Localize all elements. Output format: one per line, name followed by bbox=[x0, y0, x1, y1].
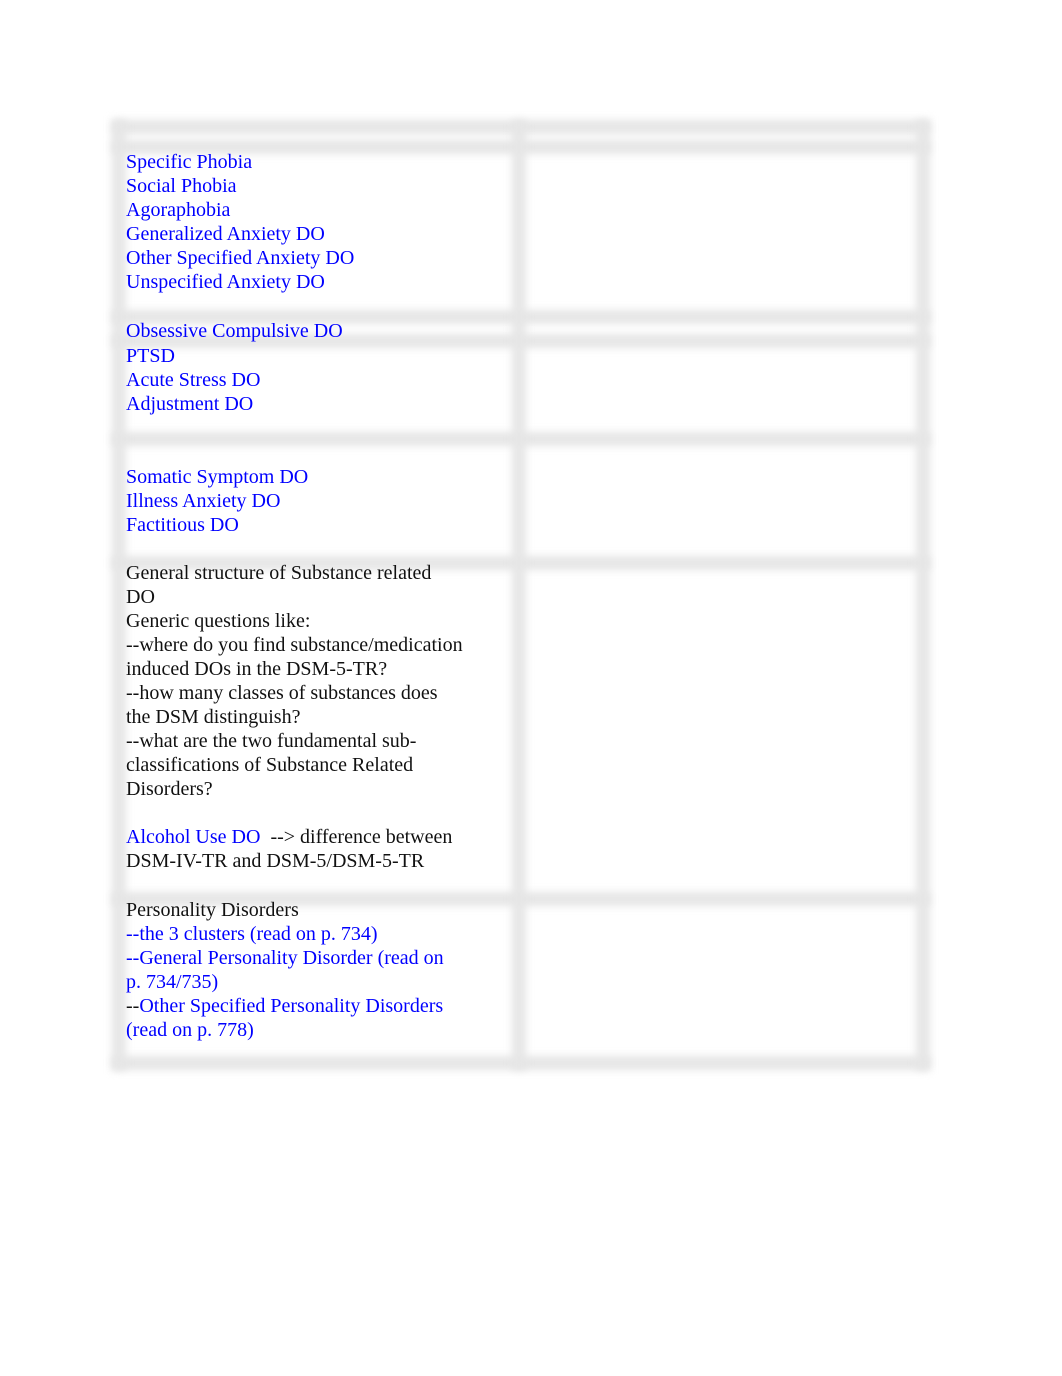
text-line: Specific Phobia bbox=[126, 150, 506, 174]
text-line: Adjustment DO bbox=[126, 392, 506, 416]
cell-notes-personality[interactable] bbox=[532, 906, 916, 1052]
cell-ocd: Obsessive Compulsive DO bbox=[126, 319, 506, 343]
text-line: Acute Stress DO bbox=[126, 368, 506, 392]
text-line bbox=[126, 801, 506, 825]
text-line: (read on p. 778) bbox=[126, 1018, 506, 1042]
text-line: --how many classes of substances does bbox=[126, 681, 506, 705]
cell-notes-somatic[interactable] bbox=[532, 452, 916, 552]
cell-notes-anxiety[interactable] bbox=[532, 150, 916, 310]
highlighted-topic-text: Illness Anxiety DO bbox=[126, 490, 281, 512]
table-border-left bbox=[112, 120, 126, 1070]
text-line: Other Specified Anxiety DO bbox=[126, 246, 506, 270]
cell-anxiety-disorders: Specific Phobia Social Phobia Agoraphobia G… bbox=[126, 150, 506, 294]
highlighted-topic-text: Social Phobia bbox=[126, 175, 237, 197]
text-line: classifications of Substance Related bbox=[126, 753, 506, 777]
body-text: --what are the two fundamental sub- bbox=[126, 730, 417, 752]
highlighted-topic-text: Unspecified Anxiety DO bbox=[126, 271, 325, 293]
text-line: Agoraphobia bbox=[126, 198, 506, 222]
text-line: Unspecified Anxiety DO bbox=[126, 270, 506, 294]
body-text: -- bbox=[126, 995, 140, 1017]
column-divider bbox=[512, 120, 526, 1070]
body-text: Generic questions like: bbox=[126, 610, 311, 632]
text-line: Personality Disorders bbox=[126, 898, 506, 922]
text-line: Illness Anxiety DO bbox=[126, 489, 506, 513]
body-text: Disorders? bbox=[126, 778, 213, 800]
highlighted-topic-text: Other Specified Anxiety DO bbox=[126, 247, 355, 269]
text-line: Generic questions like: bbox=[126, 609, 506, 633]
text-line: General structure of Substance related bbox=[126, 561, 506, 585]
body-text: Personality Disorders bbox=[126, 899, 299, 921]
text-line: Generalized Anxiety DO bbox=[126, 222, 506, 246]
highlighted-topic-text: Other Specified Personality Disorders bbox=[139, 995, 444, 1017]
highlighted-topic-text: Generalized Anxiety DO bbox=[126, 223, 325, 245]
highlighted-topic-text: --the 3 clusters (read on p. 734) bbox=[126, 923, 378, 945]
cell-trauma-disorders: PTSD Acute Stress DO Adjustment DO bbox=[126, 344, 506, 416]
text-line: induced DOs in the DSM-5-TR? bbox=[126, 657, 506, 681]
highlighted-topic-text: Obsessive Compulsive DO bbox=[126, 320, 343, 342]
body-text: --how many classes of substances does bbox=[126, 682, 438, 704]
document-page: Specific Phobia Social Phobia Agoraphobia G… bbox=[0, 0, 1062, 1376]
highlighted-topic-text: Factitious DO bbox=[126, 514, 239, 536]
text-line: p. 734/735) bbox=[126, 970, 506, 994]
body-text: DSM-IV-TR and DSM-5/DSM-5-TR bbox=[126, 850, 425, 872]
body-text: --where do you find substance/medication bbox=[126, 634, 463, 656]
cell-notes-ocd[interactable] bbox=[532, 319, 916, 337]
text-line: Alcohol Use DO --> difference between bbox=[126, 825, 506, 849]
text-line: DSM-IV-TR and DSM-5/DSM-5-TR bbox=[126, 849, 506, 873]
body-text: DO bbox=[126, 586, 155, 608]
text-line: --what are the two fundamental sub- bbox=[126, 729, 506, 753]
text-line: --where do you find substance/medication bbox=[126, 633, 506, 657]
body-text: classifications of Substance Related bbox=[126, 754, 414, 776]
text-line: DO bbox=[126, 585, 506, 609]
highlighted-topic-text: (read on p. 778) bbox=[126, 1019, 254, 1041]
cell-notes-trauma[interactable] bbox=[532, 344, 916, 432]
highlighted-topic-text: Agoraphobia bbox=[126, 199, 231, 221]
highlighted-topic-text: Alcohol Use DO bbox=[126, 826, 261, 848]
cell-personality-disorders: Personality Disorders --the 3 clusters (r… bbox=[126, 898, 506, 1042]
text-line: the DSM distinguish? bbox=[126, 705, 506, 729]
cell-notes-substance[interactable] bbox=[532, 570, 916, 886]
cell-substance-disorders: General structure of Substance related DO… bbox=[126, 561, 506, 873]
highlighted-topic-text: Acute Stress DO bbox=[126, 369, 261, 391]
text-line: --the 3 clusters (read on p. 734) bbox=[126, 922, 506, 946]
body-text: the DSM distinguish? bbox=[126, 706, 301, 728]
highlighted-topic-text: p. 734/735) bbox=[126, 971, 219, 993]
text-line: PTSD bbox=[126, 344, 506, 368]
highlighted-topic-text: Adjustment DO bbox=[126, 393, 254, 415]
text-line: --Other Specified Personality Disorders bbox=[126, 994, 506, 1018]
highlighted-topic-text: Specific Phobia bbox=[126, 151, 253, 173]
text-line: --General Personality Disorder (read on bbox=[126, 946, 506, 970]
highlighted-topic-text: PTSD bbox=[126, 345, 175, 367]
text-line: Social Phobia bbox=[126, 174, 506, 198]
highlighted-topic-text: --General Personality Disorder (read on bbox=[126, 947, 444, 969]
cell-somatic-disorders: Somatic Symptom DO Illness Anxiety DO Fact… bbox=[126, 465, 506, 537]
body-text: General structure of Substance related bbox=[126, 562, 432, 584]
table-border-right bbox=[916, 120, 930, 1070]
text-line: Factitious DO bbox=[126, 513, 506, 537]
text-line: Disorders? bbox=[126, 777, 506, 801]
body-text: induced DOs in the DSM-5-TR? bbox=[126, 658, 388, 680]
text-line: Somatic Symptom DO bbox=[126, 465, 506, 489]
highlighted-topic-text: Somatic Symptom DO bbox=[126, 466, 309, 488]
text-line: Obsessive Compulsive DO bbox=[126, 319, 506, 343]
body-text: --> difference between bbox=[260, 826, 453, 848]
